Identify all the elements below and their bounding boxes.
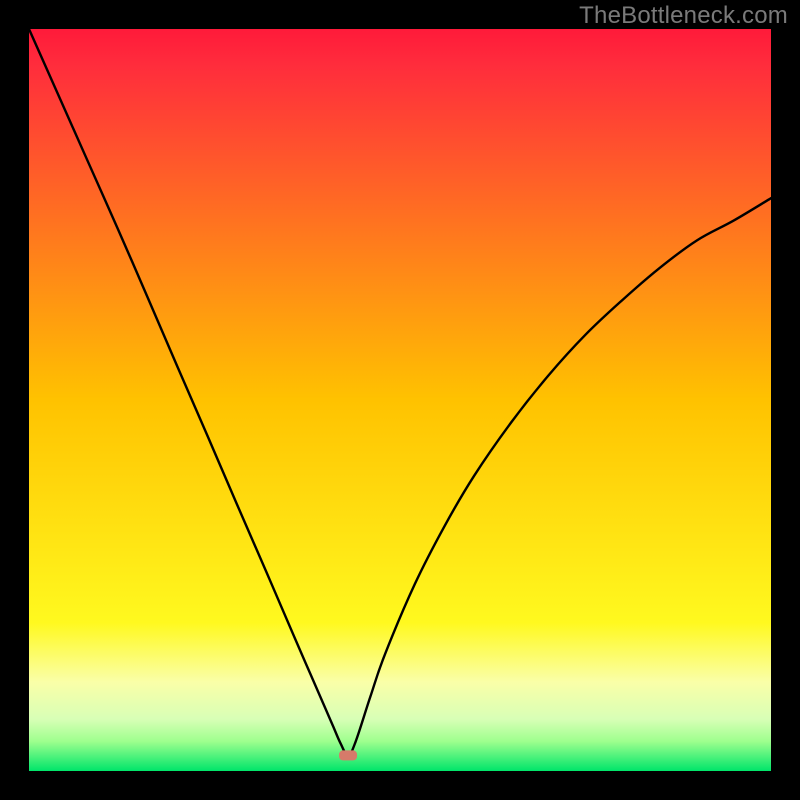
minimum-marker <box>339 750 357 760</box>
chart-frame: TheBottleneck.com <box>0 0 800 800</box>
watermark-text: TheBottleneck.com <box>579 2 788 30</box>
bottleneck-chart <box>29 29 771 771</box>
gradient-background <box>29 29 771 771</box>
